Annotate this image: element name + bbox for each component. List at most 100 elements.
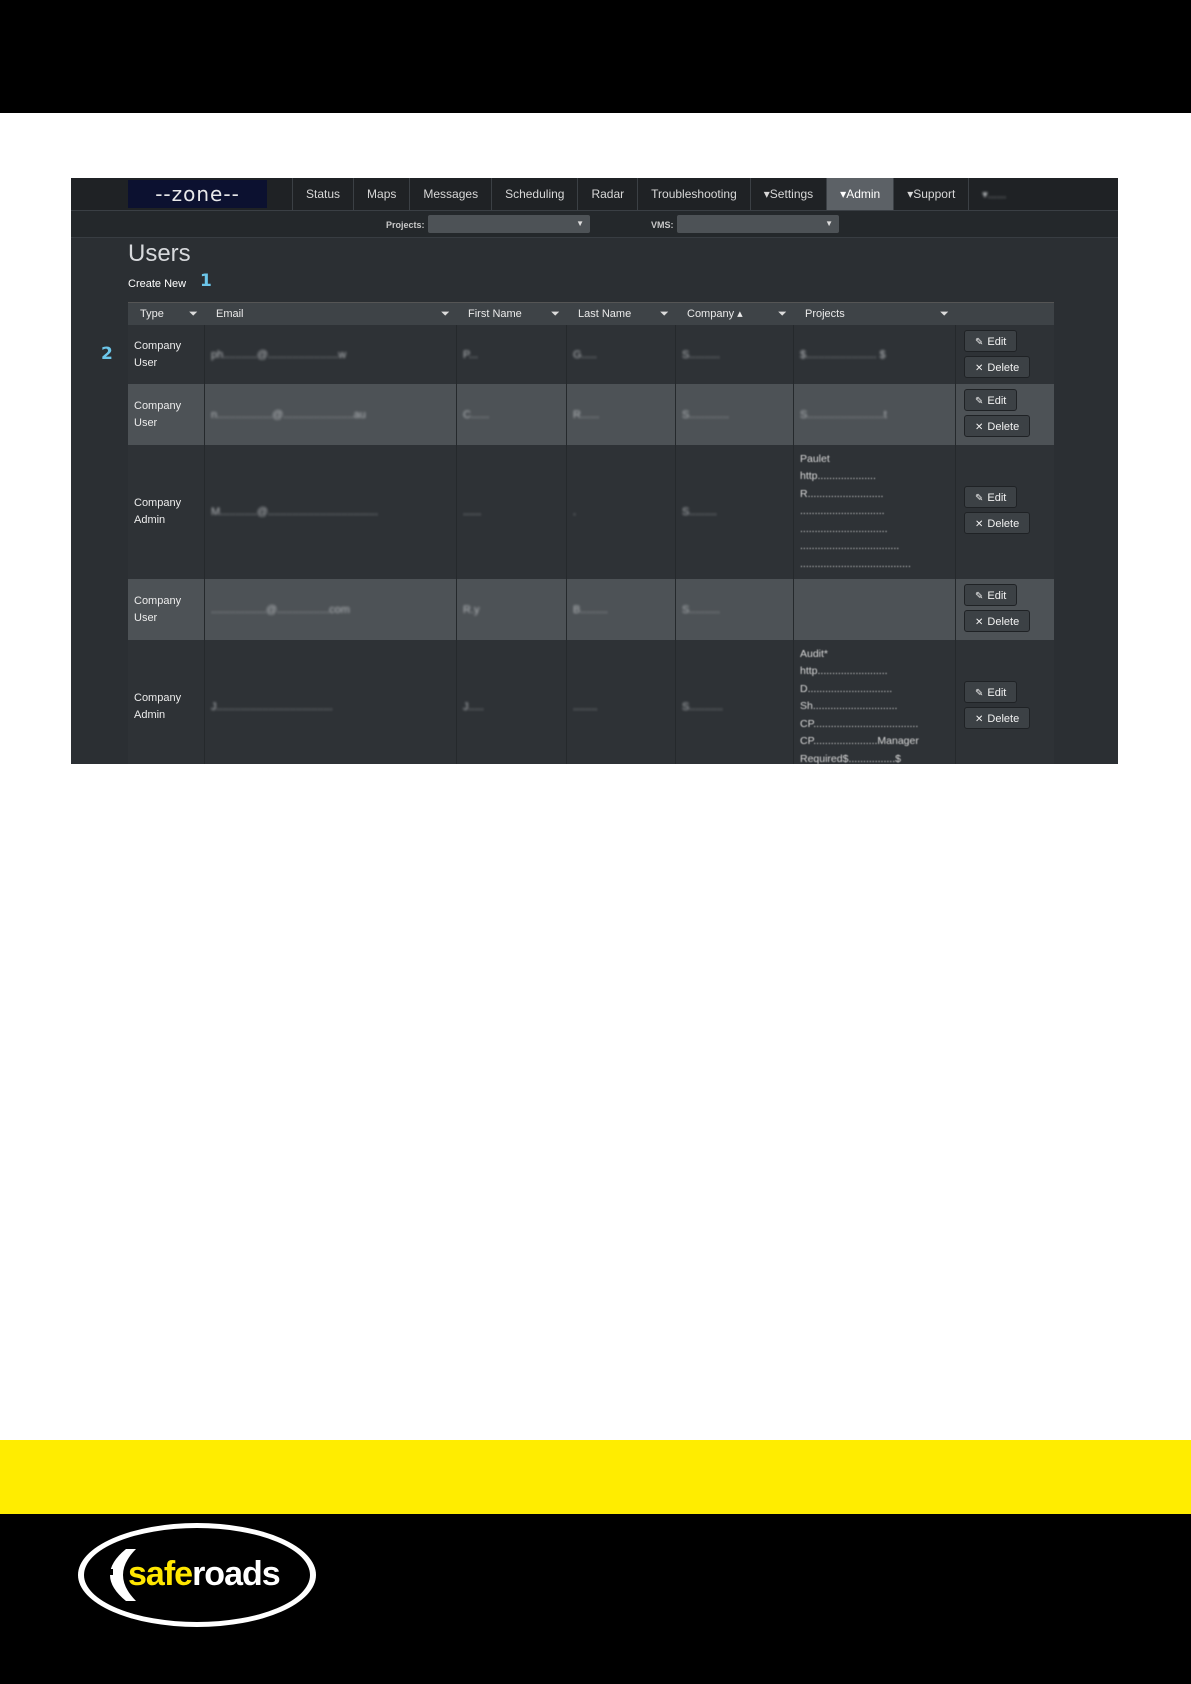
col-email-label: Email: [216, 308, 244, 320]
company-value: S..........: [682, 348, 720, 361]
chevron-down-icon: ▼: [576, 219, 584, 228]
table-header: Type ⏷ Email ⏷ First Name ⏷ Last Name ⏷ …: [128, 302, 1054, 325]
edit-button[interactable]: ✎ Edit: [964, 681, 1018, 703]
close-icon: ✕: [975, 422, 984, 433]
company-value: S.............: [682, 408, 730, 421]
edit-label: Edit: [987, 336, 1007, 348]
projects-label: Projects:: [386, 220, 425, 230]
cell-email: M............@..........................…: [204, 445, 456, 579]
top-navbar: --zone-- ▼ Status Maps Messages Scheduli…: [71, 178, 1118, 219]
last-name-value: B.........: [573, 603, 608, 616]
col-first-name-label: First Name: [468, 308, 522, 320]
nav-settings[interactable]: ▾Settings: [749, 178, 826, 210]
email-value: J......................................: [211, 701, 333, 713]
nav-scheduling[interactable]: Scheduling: [491, 178, 577, 210]
page-title: Users: [128, 240, 191, 267]
cell-type: Company Admin: [128, 640, 204, 764]
cell-company: S..........: [675, 579, 793, 640]
delete-label: Delete: [987, 616, 1020, 628]
edit-label: Edit: [987, 395, 1007, 407]
delete-button[interactable]: ✕ Delete: [964, 356, 1031, 378]
nav-maps[interactable]: Maps: [353, 178, 409, 210]
filter-icon[interactable]: ⏷: [551, 303, 560, 325]
nav-support[interactable]: ▾Support: [893, 178, 968, 210]
top-black-band: [0, 0, 1191, 113]
close-icon: ✕: [975, 363, 984, 374]
chevron-down-icon: ▼: [825, 219, 833, 228]
col-email[interactable]: Email: [204, 303, 456, 325]
nav-radar[interactable]: Radar: [577, 178, 637, 210]
type-value: Company User: [134, 594, 182, 624]
close-icon: ✕: [975, 714, 984, 725]
edit-button[interactable]: ✎ Edit: [964, 584, 1018, 606]
first-name-value: J.....: [463, 701, 484, 713]
cell-company: S..........: [675, 325, 793, 384]
company-value: S.........: [682, 506, 717, 518]
col-type-label: Type: [140, 308, 164, 320]
cell-email: J......................................: [204, 640, 456, 764]
first-name-value: P...: [463, 348, 479, 361]
filter-icon[interactable]: ⏷: [660, 303, 669, 325]
create-new-link[interactable]: Create New: [128, 278, 186, 290]
nav-messages[interactable]: Messages: [409, 178, 491, 210]
edit-label: Edit: [987, 492, 1007, 504]
cell-email: ph...........@.......................w: [204, 325, 456, 384]
nav-status[interactable]: Status: [292, 178, 353, 210]
cell-company: S.........: [675, 445, 793, 579]
vms-label: VMS:: [651, 220, 674, 230]
main-nav: Status Maps Messages Scheduling Radar Tr…: [292, 178, 1019, 210]
col-first-name[interactable]: First Name: [456, 303, 566, 325]
pencil-icon: ✎: [975, 396, 984, 407]
table-row: Company Admin M............@............…: [128, 445, 1054, 579]
projects-value: Audit* http........................ D...…: [800, 647, 919, 764]
callout-1: 1: [200, 271, 212, 291]
saferoads-logo: saferoads: [78, 1523, 316, 1627]
col-projects-label: Projects: [805, 308, 845, 320]
pencil-icon: ✎: [975, 688, 984, 699]
logo-wordmark: saferoads: [128, 1555, 280, 1593]
email-value: ..................@.................com: [211, 603, 350, 616]
delete-button[interactable]: ✕ Delete: [964, 512, 1031, 534]
edit-label: Edit: [987, 590, 1007, 602]
projects-select[interactable]: ▼: [428, 215, 590, 233]
pencil-icon: ✎: [975, 337, 984, 348]
projects-value: S.........................t: [800, 408, 887, 421]
cell-last-name: ........: [566, 640, 675, 764]
table-row: Company Admin J.........................…: [128, 640, 1054, 764]
cell-email: n..................@....................…: [204, 384, 456, 445]
delete-button[interactable]: ✕ Delete: [964, 415, 1031, 437]
cell-type: Company User: [128, 325, 204, 384]
edit-button[interactable]: ✎ Edit: [964, 330, 1018, 352]
cell-projects: S.........................t: [793, 384, 955, 445]
nav-user-menu[interactable]: ▾......: [968, 178, 1019, 210]
edit-button[interactable]: ✎ Edit: [964, 486, 1018, 508]
col-projects[interactable]: Projects: [793, 303, 955, 325]
logo-text: --zone--: [155, 182, 240, 206]
email-value: M............@..........................…: [211, 506, 379, 518]
delete-label: Delete: [987, 421, 1020, 433]
type-value: Company Admin: [134, 692, 182, 721]
col-company[interactable]: Company ▴: [675, 303, 793, 325]
delete-label: Delete: [987, 518, 1020, 530]
nav-admin[interactable]: ▾Admin: [826, 178, 894, 210]
delete-button[interactable]: ✕ Delete: [964, 610, 1031, 632]
filter-icon[interactable]: ⏷: [940, 303, 949, 325]
col-last-name[interactable]: Last Name: [566, 303, 675, 325]
cell-last-name: .: [566, 445, 675, 579]
cell-first-name: ......: [456, 445, 566, 579]
cell-first-name: P...: [456, 325, 566, 384]
first-name-value: C......: [463, 408, 490, 421]
last-name-value: R......: [573, 408, 600, 421]
edit-button[interactable]: ✎ Edit: [964, 389, 1018, 411]
delete-button[interactable]: ✕ Delete: [964, 707, 1031, 729]
vms-select[interactable]: ▼: [677, 215, 839, 233]
cell-projects: $....................... $: [793, 325, 955, 384]
filter-icon[interactable]: ⏷: [778, 303, 787, 325]
filter-icon[interactable]: ⏷: [441, 303, 450, 325]
type-value: Company User: [134, 339, 182, 369]
delete-label: Delete: [987, 713, 1020, 725]
nav-troubleshooting[interactable]: Troubleshooting: [637, 178, 750, 210]
zone-logo[interactable]: --zone--: [128, 180, 267, 208]
logo-road-dash: [107, 1569, 113, 1575]
filter-icon[interactable]: ⏷: [189, 303, 198, 325]
